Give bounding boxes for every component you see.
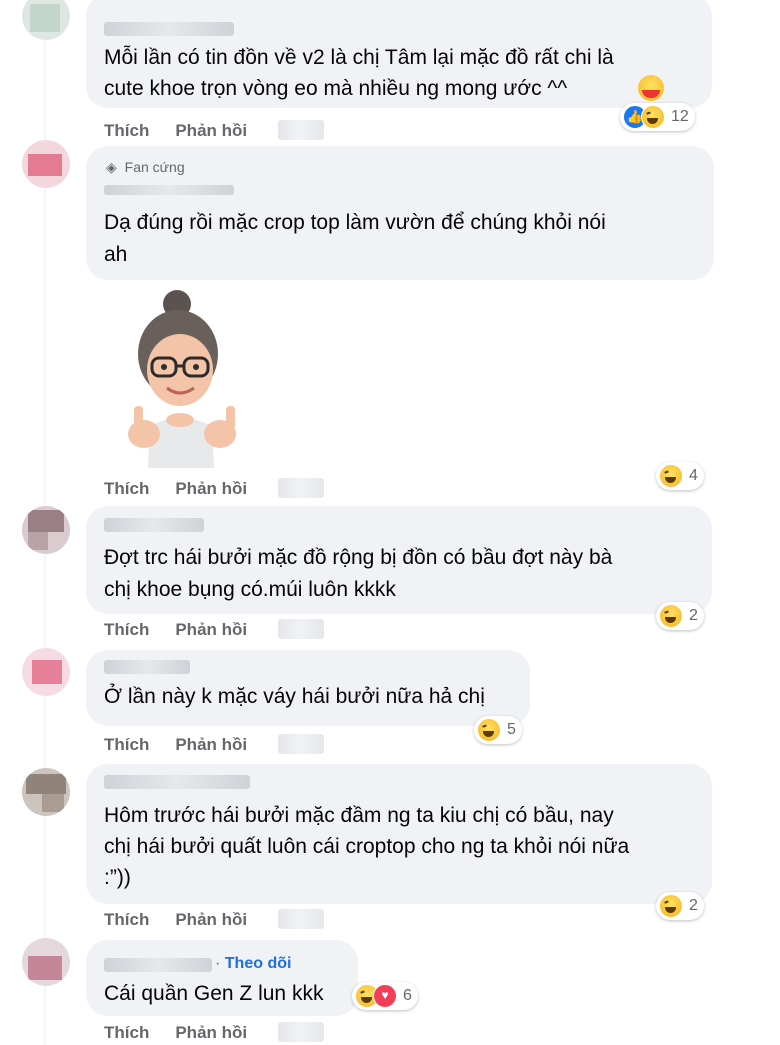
reaction-count: 2 [689, 897, 698, 914]
avatar[interactable] [22, 938, 70, 986]
commenter-name[interactable] [104, 958, 212, 972]
like-button[interactable]: Thích [104, 1023, 149, 1042]
avatar[interactable] [22, 648, 70, 696]
reaction-count: 12 [671, 108, 689, 125]
reaction-summary[interactable]: 5 [474, 716, 522, 744]
haha-reaction-icon [659, 464, 683, 488]
commenter-name[interactable] [104, 22, 234, 36]
reply-button[interactable]: Phản hồi [175, 1023, 247, 1042]
haha-reaction-icon [477, 718, 501, 742]
comment-actions: Thích Phản hồi [104, 910, 273, 930]
timestamp[interactable] [278, 478, 324, 498]
reaction-count: 4 [689, 467, 698, 484]
timestamp[interactable] [278, 619, 324, 639]
commenter-name[interactable] [104, 775, 250, 789]
reply-button[interactable]: Phản hồi [175, 479, 247, 498]
haha-reaction-icon [641, 105, 665, 129]
reply-button[interactable]: Phản hồi [175, 620, 247, 639]
comment-text-line: :”)) [104, 866, 131, 889]
reply-button[interactable]: Phản hồi [175, 735, 247, 754]
timestamp[interactable] [278, 120, 324, 140]
like-button[interactable]: Thích [104, 910, 149, 929]
diamond-icon: ◈ [106, 159, 117, 175]
haha-reaction-icon [659, 894, 683, 918]
timestamp[interactable] [278, 909, 324, 929]
reaction-count: 6 [403, 987, 412, 1004]
comment-text-line: Mỗi lần có tin đồn về v2 là chị Tâm lại … [104, 46, 614, 69]
reaction-summary[interactable]: 4 [656, 462, 704, 490]
timestamp[interactable] [278, 1022, 324, 1042]
comment-text-line: Cái quần Gen Z lun kkk [104, 982, 324, 1005]
timestamp[interactable] [278, 734, 324, 754]
comment-actions: Thích Phản hồi [104, 735, 273, 755]
follow-link[interactable]: · Theo dõi [215, 955, 291, 973]
reaction-summary[interactable]: 2 [656, 892, 704, 920]
commenter-name[interactable] [104, 660, 190, 674]
comment-text-line: Hôm trước hái bưởi mặc đầm ng ta kiu chị… [104, 804, 614, 827]
comment-text-line: chị khoe bụng có.múi luôn kkkk [104, 578, 396, 601]
commenter-name[interactable] [104, 185, 234, 195]
reaction-count: 5 [507, 721, 516, 738]
haha-reaction-icon [659, 604, 683, 628]
avatar[interactable] [22, 0, 70, 40]
comment-text-line: Dạ đúng rồi mặc crop top làm vườn để chú… [104, 211, 606, 234]
comment-text-line: Đợt trc hái bưởi mặc đồ rộng bị đồn có b… [104, 546, 613, 569]
fan-badge[interactable]: ◈ Fan cứng [106, 159, 185, 176]
comment-actions: Thích Phản hồi [104, 121, 273, 141]
memoji-thumbs-up-sticker [112, 288, 252, 468]
love-reaction-icon: ♥ [373, 984, 397, 1008]
comment-text-line: Ở lần này k mặc váy hái bưởi nữa hả chị [104, 685, 485, 708]
like-button[interactable]: Thích [104, 620, 149, 639]
comment-actions: Thích Phản hồi [104, 479, 273, 499]
reaction-summary[interactable]: 👍 12 [620, 103, 695, 131]
like-button[interactable]: Thích [104, 735, 149, 754]
reply-button[interactable]: Phản hồi [175, 910, 247, 929]
reaction-summary[interactable]: 2 [656, 602, 704, 630]
comment-actions: Thích Phản hồi [104, 1023, 273, 1043]
avatar[interactable] [22, 140, 70, 188]
like-button[interactable]: Thích [104, 479, 149, 498]
comment-text-line: ah [104, 243, 128, 266]
reply-button[interactable]: Phản hồi [175, 121, 247, 140]
comment-text-line: chị hái bưởi quất luôn cái croptop cho n… [104, 835, 630, 858]
comment-actions: Thích Phản hồi [104, 620, 273, 640]
reaction-count: 2 [689, 607, 698, 624]
comment-text-line: cute khoe trọn vòng eo mà nhiều ng mong … [104, 77, 568, 100]
like-button[interactable]: Thích [104, 121, 149, 140]
reaction-summary[interactable]: ♥ 6 [352, 982, 418, 1010]
commenter-name[interactable] [104, 518, 204, 532]
care-emoji [638, 75, 664, 101]
avatar[interactable] [22, 768, 70, 816]
avatar[interactable] [22, 506, 70, 554]
